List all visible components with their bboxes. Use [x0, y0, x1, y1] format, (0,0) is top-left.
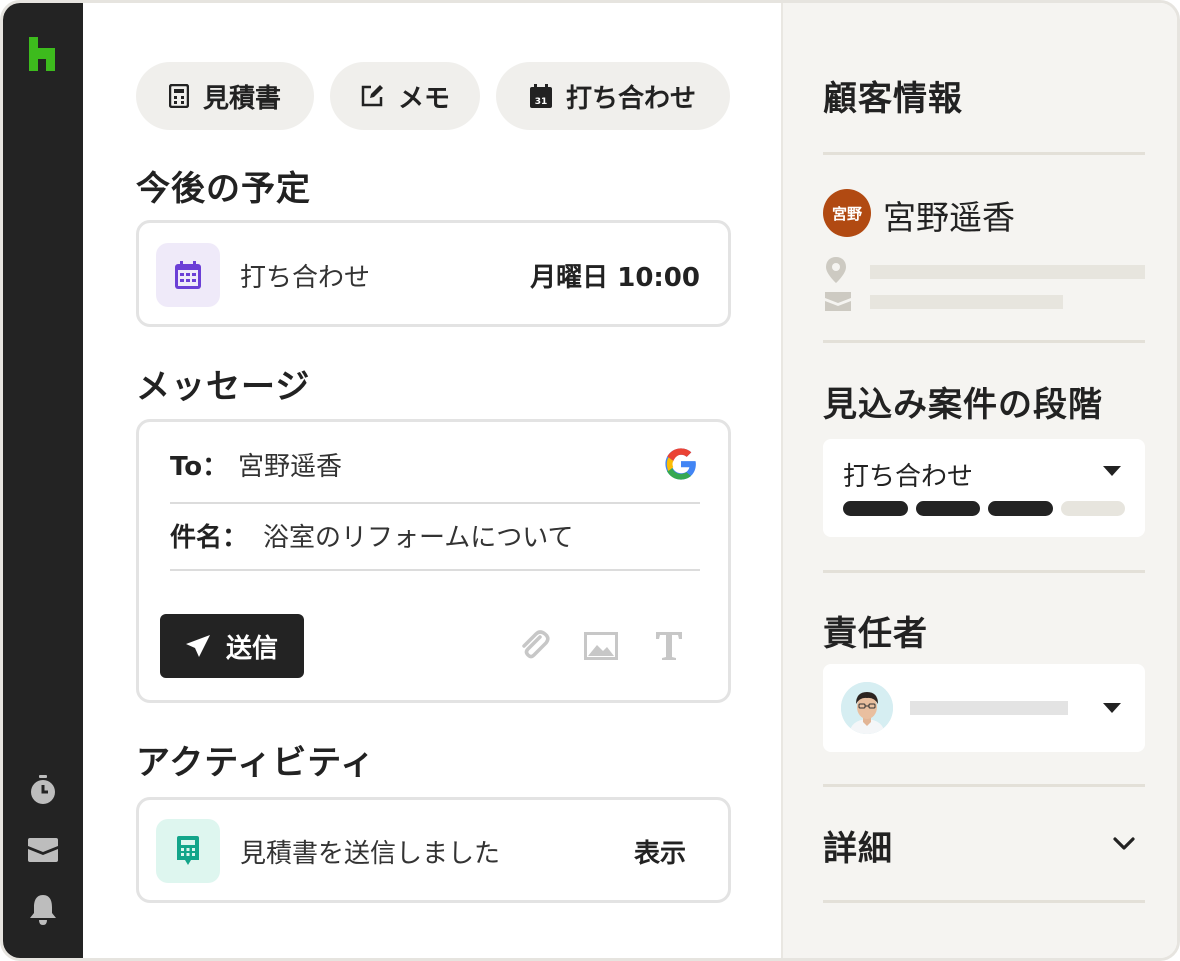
- section-divider: [823, 152, 1145, 155]
- lead-stage-dropdown[interactable]: 打ち合わせ: [823, 439, 1145, 537]
- section-divider: [823, 340, 1145, 343]
- estimate-chip-label: 見積書: [202, 83, 281, 114]
- view-link[interactable]: 表示: [634, 833, 686, 870]
- caret-down-icon: [1103, 703, 1121, 713]
- event-icon-tile: [156, 243, 220, 307]
- memo-chip-label: メモ: [397, 83, 450, 114]
- owner-heading: 責任者: [823, 614, 928, 654]
- to-divider: [170, 502, 700, 504]
- lead-stage-heading: 見込み案件の段階: [823, 385, 1103, 425]
- chevron-down-icon: [1113, 837, 1135, 850]
- meeting-chip-button[interactable]: 31 打ち合わせ: [496, 62, 730, 130]
- event-title: 打ち合わせ: [240, 263, 371, 293]
- calendar-icon: 31: [529, 84, 552, 108]
- meeting-chip-label: 打ち合わせ: [565, 83, 696, 114]
- activity-text: 見積書を送信しました: [240, 839, 501, 869]
- message-heading: メッセージ: [136, 367, 311, 407]
- stage-progress-segment: [1060, 501, 1125, 516]
- owner-dropdown[interactable]: [823, 664, 1145, 752]
- calendar-icon: [175, 261, 201, 289]
- calculator-icon: [177, 836, 199, 865]
- section-divider: [823, 570, 1145, 573]
- email-placeholder: [870, 295, 1063, 309]
- customer-side-panel: 顧客情報 宮野 宮野遥香 見込み案件の段階 打ち合わせ 責任者 詳細: [781, 3, 1177, 958]
- customer-avatar: 宮野: [823, 189, 871, 237]
- estimate-chip-button[interactable]: 見積書: [136, 62, 314, 130]
- app-window: 見積書 メモ 31 打ち合わせ 今後の予定 打ち合わせ 月曜日 10:00 メッ…: [0, 0, 1180, 961]
- send-button[interactable]: 送信: [160, 614, 304, 678]
- edit-note-icon: [361, 85, 383, 107]
- subject-field[interactable]: 浴室のリフォームについて: [263, 517, 573, 554]
- subject-label: 件名：: [170, 523, 249, 553]
- stage-progress-segment: [915, 501, 980, 516]
- stopwatch-icon[interactable]: [27, 774, 59, 806]
- event-time: 月曜日 10:00: [530, 263, 700, 293]
- image-icon[interactable]: [583, 628, 619, 664]
- stage-progress-segment: [988, 501, 1053, 516]
- calculator-icon: [168, 84, 189, 108]
- lead-stage-value: 打ち合わせ: [843, 462, 974, 492]
- houzz-logo-icon[interactable]: [26, 37, 58, 71]
- to-label: To：: [170, 452, 229, 482]
- activity-icon-tile: [156, 819, 220, 883]
- svg-text:31: 31: [535, 97, 548, 107]
- bell-icon[interactable]: [27, 894, 59, 926]
- customer-name: 宮野遥香: [883, 198, 1015, 237]
- upcoming-event-card[interactable]: 打ち合わせ 月曜日 10:00: [136, 220, 731, 327]
- location-pin-icon: [825, 257, 847, 287]
- inbox-icon[interactable]: [27, 834, 59, 866]
- send-label: 送信: [225, 633, 278, 664]
- address-placeholder: [870, 265, 1145, 279]
- activity-item: 見積書を送信しました 表示: [136, 797, 731, 903]
- details-heading: 詳細: [823, 829, 893, 869]
- caret-down-icon: [1103, 466, 1121, 476]
- activity-heading: アクティビティ: [136, 743, 376, 783]
- subject-divider: [170, 569, 700, 571]
- mail-icon: [825, 292, 851, 315]
- attachment-icon[interactable]: [517, 628, 553, 664]
- to-field[interactable]: 宮野遥香: [238, 446, 342, 483]
- section-divider: [823, 784, 1145, 787]
- google-icon: [664, 447, 698, 481]
- section-divider: [823, 900, 1145, 903]
- text-format-icon[interactable]: [651, 628, 687, 664]
- main-panel: 見積書 メモ 31 打ち合わせ 今後の予定 打ち合わせ 月曜日 10:00 メッ…: [83, 3, 781, 958]
- stage-progress-segment: [843, 501, 908, 516]
- owner-name-placeholder: [910, 701, 1068, 715]
- upcoming-heading: 今後の予定: [136, 169, 311, 209]
- details-toggle[interactable]: 詳細: [823, 803, 1145, 883]
- send-icon: [185, 635, 210, 657]
- customer-info-heading: 顧客情報: [823, 79, 963, 119]
- memo-chip-button[interactable]: メモ: [330, 62, 480, 130]
- left-rail: [3, 3, 83, 958]
- owner-avatar: [841, 682, 893, 734]
